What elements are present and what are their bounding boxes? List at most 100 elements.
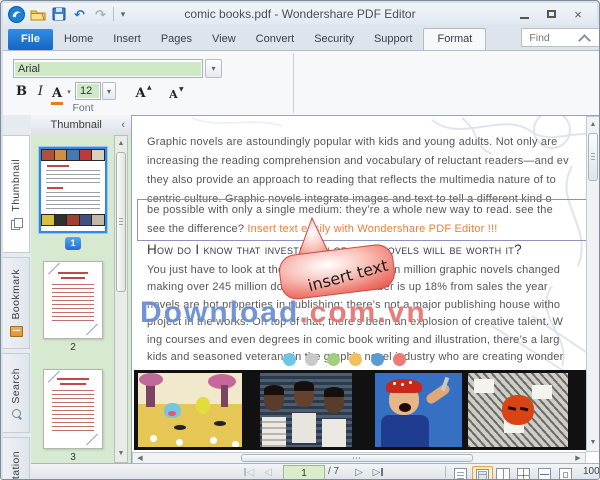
font-color-button[interactable]: A xyxy=(52,86,62,101)
dot xyxy=(305,353,318,366)
sidebar-tab-annotation[interactable]: Annotation xyxy=(3,437,30,479)
tab-insert[interactable]: Insert xyxy=(104,29,150,50)
page-number-input[interactable] xyxy=(283,465,325,479)
zoom-level-value: 100% xyxy=(583,466,600,477)
sidebar-tab-search[interactable]: Search xyxy=(3,353,30,433)
text-line: they also provide an approach to reading… xyxy=(147,174,556,186)
tab-security[interactable]: Security xyxy=(305,29,363,50)
quick-access-toolbar: ↶ ↷ ▾ xyxy=(3,5,129,23)
font-size-dropdown-button[interactable]: ▾ xyxy=(102,82,116,100)
view-single-page-button[interactable] xyxy=(451,466,470,479)
thumbnail-icon xyxy=(10,217,23,230)
document-vscrollbar[interactable]: ▲ ▼ xyxy=(586,116,599,452)
page-thumbnail-1[interactable] xyxy=(39,147,107,233)
thumbnail-scroll-up-button[interactable]: ▲ xyxy=(115,138,127,148)
previous-page-button[interactable]: ◁ xyxy=(261,465,275,479)
thumbnail-scrollbar-thumb[interactable] xyxy=(116,152,126,292)
collapse-panel-button[interactable]: ‹ xyxy=(121,119,131,131)
comic-strip xyxy=(134,370,588,450)
redo-button[interactable]: ↷ xyxy=(91,5,110,23)
scroll-grip xyxy=(119,218,123,226)
chevron-up-icon xyxy=(578,34,591,47)
search-tab-icon xyxy=(11,409,21,419)
status-bar: ◁ ◁ / 7 ▷ ▷ 100% ▾ xyxy=(31,463,600,479)
facing-pages-icon-2 xyxy=(502,468,510,479)
fit-page-icon xyxy=(559,468,572,479)
doc-vscrollbar-thumb[interactable] xyxy=(588,133,598,181)
fit-width-icon xyxy=(538,468,551,479)
text-line: ing courses and even degrees in comic bo… xyxy=(147,333,560,346)
tab-home[interactable]: Home xyxy=(55,29,102,50)
font-size-combobox[interactable]: 12 xyxy=(75,82,101,100)
document-area[interactable]: Graphic novels are astoundingly popular … xyxy=(131,115,599,464)
first-page-button[interactable]: ◁ xyxy=(241,465,257,479)
close-button[interactable]: × xyxy=(569,7,587,22)
dot xyxy=(283,353,296,366)
font-family-dropdown-button[interactable]: ▾ xyxy=(205,59,222,78)
minimize-button[interactable] xyxy=(515,7,533,22)
fit-page-button[interactable] xyxy=(556,466,575,479)
zoom-control[interactable]: 100% ▾ xyxy=(583,466,600,477)
last-page-button[interactable]: ▷ xyxy=(370,465,386,479)
doc-scroll-right-button[interactable]: ▶ xyxy=(573,453,583,463)
sidebar-tab-bookmark-label: Bookmark xyxy=(10,269,22,320)
title-bar: ↶ ↷ ▾ comic books.pdf - Wondershare PDF … xyxy=(3,3,597,25)
sidebar-tab-thumbnail-label: Thumbnail xyxy=(10,159,22,212)
maximize-button[interactable] xyxy=(542,7,560,22)
scroll-grip xyxy=(591,153,595,161)
grow-font-button[interactable]: A ▲ xyxy=(135,84,152,101)
tab-format[interactable]: Format xyxy=(423,28,487,51)
sidebar-tab-bookmark[interactable]: Bookmark xyxy=(3,257,30,349)
font-size-value: 12 xyxy=(77,84,99,98)
app-window: ↶ ↷ ▾ comic books.pdf - Wondershare PDF … xyxy=(0,0,600,480)
open-button[interactable] xyxy=(28,5,47,23)
maximize-icon xyxy=(546,10,556,18)
thumbnail-panel: 1 2 3 ▲ ▼ xyxy=(31,135,131,463)
thumbnail-scrollbar[interactable]: ▲ ▼ xyxy=(114,135,128,463)
undo-button[interactable]: ↶ xyxy=(70,5,89,23)
doc-scroll-down-button[interactable]: ▼ xyxy=(587,437,599,447)
grow-font-letter: A xyxy=(135,86,146,101)
shrink-font-button[interactable]: A ▼ xyxy=(169,86,184,101)
sidebar-tab-thumbnail[interactable]: Thumbnail xyxy=(3,135,30,253)
page-3-number-label: 3 xyxy=(70,452,76,463)
qat-more-button[interactable]: ▾ xyxy=(117,5,129,23)
view-quad-button[interactable] xyxy=(514,466,533,479)
save-button[interactable] xyxy=(49,5,68,23)
tab-support[interactable]: Support xyxy=(365,29,422,50)
grow-font-arrow-icon: ▲ xyxy=(147,84,152,91)
view-continuous-button[interactable] xyxy=(472,466,493,479)
find-input[interactable] xyxy=(527,30,599,45)
tab-pages[interactable]: Pages xyxy=(152,29,201,50)
scroll-grip xyxy=(353,457,361,459)
next-page-button[interactable]: ▷ xyxy=(352,465,366,479)
app-logo-icon[interactable] xyxy=(7,5,26,23)
page-thumbnail-2[interactable] xyxy=(43,261,103,339)
font-family-combobox[interactable]: Arial xyxy=(13,59,203,78)
fit-width-button[interactable] xyxy=(535,466,554,479)
doc-scroll-up-button[interactable]: ▲ xyxy=(587,119,599,129)
comic-panel-4 xyxy=(468,373,568,447)
thumbnail-scroll-down-button[interactable]: ▼ xyxy=(115,448,127,458)
page-thumbnail-3[interactable] xyxy=(43,369,103,449)
single-page-icon xyxy=(454,468,467,479)
first-page-arrow-icon: ◁ xyxy=(246,466,255,478)
doc-hscrollbar-thumb[interactable] xyxy=(241,454,473,462)
font-group-label: Font xyxy=(72,102,94,114)
page-1-number-badge: 1 xyxy=(65,237,81,250)
text-line: Graphic novels are astoundingly popular … xyxy=(147,136,558,148)
doc-scroll-left-button[interactable]: ◀ xyxy=(135,453,145,463)
bold-button[interactable]: B xyxy=(13,82,30,100)
insert-text-callout[interactable]: insert text xyxy=(272,214,402,302)
tab-convert[interactable]: Convert xyxy=(247,29,304,50)
font-color-dropdown-button[interactable]: ▾ xyxy=(64,85,74,98)
collapse-ribbon-button[interactable] xyxy=(578,32,591,47)
tab-view[interactable]: View xyxy=(203,29,245,50)
facing-pages-icon xyxy=(495,468,503,479)
view-facing-button[interactable] xyxy=(493,466,512,479)
italic-button[interactable]: I xyxy=(33,82,48,100)
font-family-value: Arial xyxy=(15,61,201,76)
page-2-number-label: 2 xyxy=(70,342,76,353)
ribbon-group-separator xyxy=(293,53,294,113)
tab-file[interactable]: File xyxy=(8,29,53,50)
